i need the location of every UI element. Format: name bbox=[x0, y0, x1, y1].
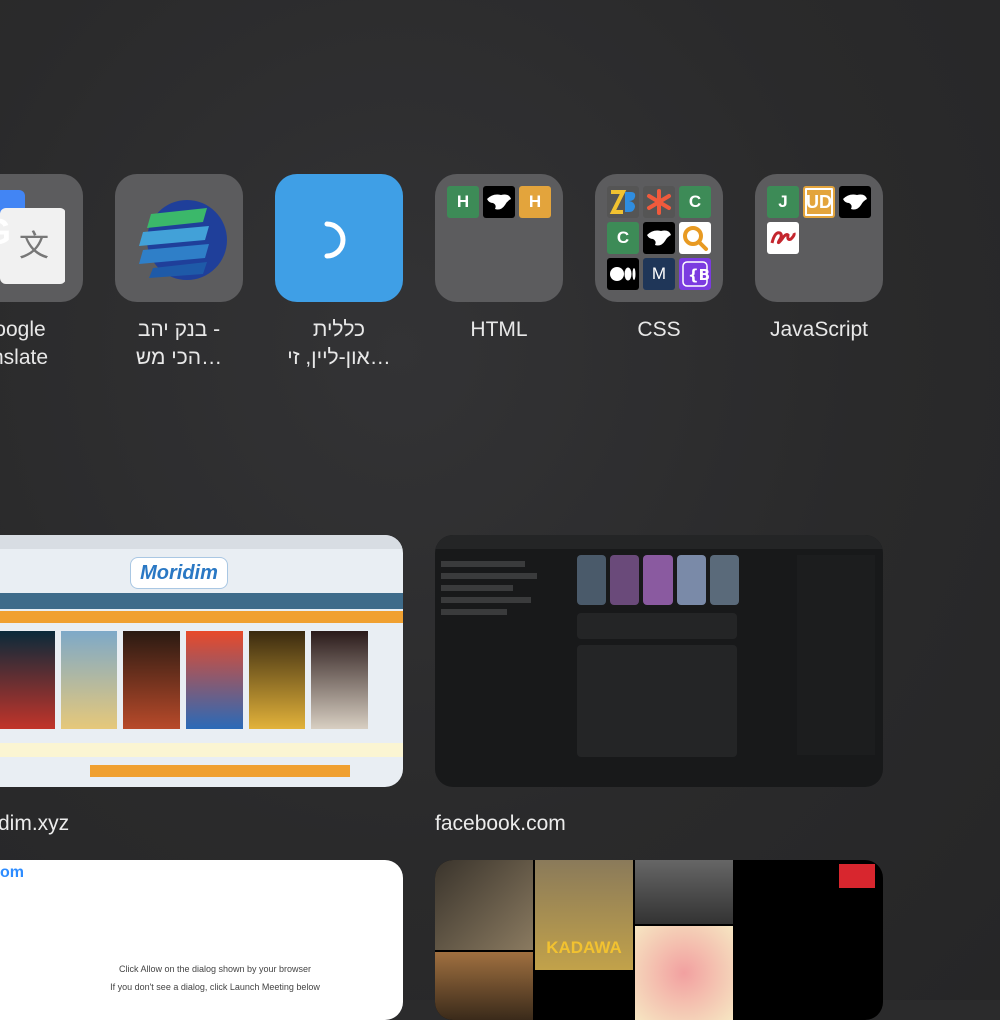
panther-logo-icon bbox=[483, 186, 515, 218]
svg-text:文: 文 bbox=[19, 229, 49, 264]
frequent-site-label: dim.xyz bbox=[0, 812, 70, 835]
bootstrap-logo-icon: {B} bbox=[679, 258, 711, 290]
bookmark-label: כללית און-ליין, זי… bbox=[287, 318, 391, 369]
panther-logo-icon bbox=[643, 222, 675, 254]
bookmark-google-translate[interactable]: G 文 bbox=[0, 174, 83, 302]
bookmark-folder-html[interactable]: H H bbox=[435, 174, 563, 302]
frequent-site-zoom[interactable]: om Click Allow on the dialog shown by yo… bbox=[0, 860, 403, 1020]
film-sidebar-logo bbox=[839, 864, 875, 888]
frequent-site-facebook[interactable] bbox=[435, 535, 883, 787]
bookmark-bank-yahav[interactable] bbox=[115, 174, 243, 302]
folder-item-j-icon: J bbox=[767, 186, 799, 218]
bookmark-label: בנק יהב - הכי מש… bbox=[135, 318, 223, 369]
bookmark-label: HTML bbox=[470, 318, 528, 341]
medium-logo-icon bbox=[607, 258, 639, 290]
frequent-site-label: facebook.com bbox=[435, 812, 566, 835]
frequent-site-film[interactable]: KADAWA bbox=[435, 860, 883, 1020]
folder-item-c-icon: C bbox=[679, 186, 711, 218]
bank-yahav-globe-icon bbox=[129, 194, 229, 291]
ud-logo-icon: UD bbox=[803, 186, 835, 218]
frequent-site-moridim[interactable]: Moridim bbox=[0, 535, 403, 787]
zoom-logo-fragment: om bbox=[0, 864, 24, 881]
site-nav-bar bbox=[0, 593, 403, 609]
script-logo-icon bbox=[767, 222, 799, 254]
magnifier-logo-icon bbox=[679, 222, 711, 254]
site-footer-bar bbox=[90, 765, 350, 777]
fb-top-bar bbox=[435, 535, 883, 549]
fb-stories-row bbox=[577, 555, 740, 605]
site-subnav-bar bbox=[0, 611, 403, 623]
film-image-2: KADAWA bbox=[535, 860, 633, 970]
film-image-5 bbox=[435, 952, 533, 1020]
folder-item-c-icon: C bbox=[607, 222, 639, 254]
fb-feed-post bbox=[577, 645, 737, 757]
film-image-1 bbox=[435, 860, 533, 950]
bookmark-label: JavaScript bbox=[769, 318, 869, 341]
folder-item-h-orange-icon: H bbox=[519, 186, 551, 218]
site-header-bar bbox=[0, 535, 403, 549]
moridim-logo: Moridim bbox=[130, 557, 228, 589]
panther-logo-icon bbox=[839, 186, 871, 218]
bookmark-folder-css[interactable]: C C M {B} bbox=[595, 174, 723, 302]
film-poster-title: KADAWA bbox=[546, 938, 622, 957]
bookmark-clalit[interactable] bbox=[275, 174, 403, 302]
folder-item-h-icon: H bbox=[447, 186, 479, 218]
fb-post-composer bbox=[577, 613, 737, 639]
zoom-instruction-1: Click Allow on the dialog shown by your … bbox=[118, 964, 312, 974]
folder-item-m-icon: M bbox=[643, 258, 675, 290]
svg-text:G: G bbox=[0, 211, 11, 252]
zoom-instruction-2: If you don't see a dialog, click Launch … bbox=[110, 982, 320, 992]
site-info-bar bbox=[0, 743, 403, 757]
svg-text:{B}: {B} bbox=[688, 266, 709, 284]
movie-poster-strip bbox=[0, 631, 369, 729]
clalit-logo-icon bbox=[315, 218, 363, 267]
background bbox=[0, 0, 1000, 1000]
fb-right-sidebar bbox=[797, 555, 875, 755]
film-image-3 bbox=[635, 860, 733, 924]
zb-logo-icon bbox=[607, 186, 639, 218]
google-translate-icon: G 文 bbox=[0, 190, 66, 286]
film-image-4 bbox=[635, 926, 733, 1020]
bookmark-folder-javascript[interactable]: J UD bbox=[755, 174, 883, 302]
bookmark-label: CSS bbox=[637, 318, 681, 341]
asterisk-logo-icon bbox=[643, 186, 675, 218]
fb-left-sidebar bbox=[441, 555, 561, 755]
